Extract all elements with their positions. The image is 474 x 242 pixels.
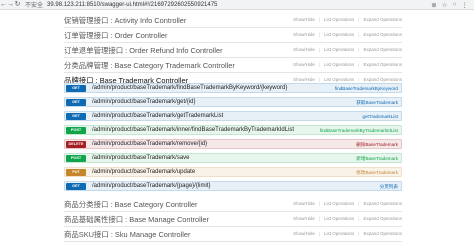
show-hide-link[interactable]: Show/Hide bbox=[293, 62, 315, 67]
expand-operations-link[interactable]: Expand Operations bbox=[363, 216, 402, 221]
operation-summary[interactable]: 获取BaseTrademark bbox=[356, 99, 398, 106]
operation-path[interactable]: /admin/product/baseTrademark/update bbox=[92, 169, 195, 176]
forward-icon[interactable]: → bbox=[7, 0, 14, 10]
section-base-category-trademark[interactable]: 分类品牌管理 : Base Category Trademark Control… bbox=[64, 57, 402, 73]
show-hide-link[interactable]: Show/Hide bbox=[293, 231, 315, 236]
section-order-refund[interactable]: 订单退单管理接口 : Order Refund Info Controller … bbox=[64, 42, 402, 58]
operation-summary[interactable]: findBaseTrademarkByTrademarkIdList bbox=[320, 127, 398, 134]
section-base-category[interactable]: 商品分类接口 : Base Category Controller Show/H… bbox=[64, 196, 402, 212]
operation-path[interactable]: /admin/product/baseTrademark/{page}/{lim… bbox=[92, 183, 211, 190]
list-operations-link[interactable]: List Operations bbox=[324, 17, 354, 22]
operation-row[interactable]: GET /admin/product/baseTrademark/findBas… bbox=[64, 83, 402, 93]
section-sku-manage[interactable]: 商品SKU接口 : Sku Manage Controller Show/Hid… bbox=[64, 226, 402, 242]
section-title[interactable]: 促销管理接口 : Activity Info Controller bbox=[64, 15, 186, 26]
section-title[interactable]: 商品基础属性接口 : Base Manage Controller bbox=[64, 214, 209, 225]
section-title[interactable]: 商品SKU接口 : Sku Manage Controller bbox=[64, 229, 191, 240]
http-method-badge[interactable]: DELETE bbox=[66, 141, 86, 148]
zoom-icon[interactable]: ⊕ bbox=[431, 1, 436, 9]
http-method-badge[interactable]: PUT bbox=[66, 169, 86, 176]
show-hide-link[interactable]: Show/Hide bbox=[293, 216, 315, 221]
http-method-badge[interactable]: POST bbox=[66, 155, 86, 162]
operation-path[interactable]: /admin/product/baseTrademark/inner/findB… bbox=[92, 127, 294, 134]
list-operations-link[interactable]: List Operations bbox=[324, 32, 354, 37]
http-method-badge[interactable]: GET bbox=[66, 85, 86, 92]
show-hide-link[interactable]: Show/Hide bbox=[293, 201, 315, 206]
operation-summary[interactable]: 修改BaseTrademark bbox=[356, 169, 398, 176]
section-title[interactable]: 商品分类接口 : Base Category Controller bbox=[64, 199, 197, 210]
operation-summary[interactable]: 新增BaseTrademark bbox=[356, 155, 398, 162]
expand-operations-link[interactable]: Expand Operations bbox=[363, 201, 402, 206]
operation-row[interactable]: GET /admin/product/baseTrademark/{page}/… bbox=[64, 181, 402, 191]
expand-operations-link[interactable]: Expand Operations bbox=[363, 32, 402, 37]
profile-icon[interactable]: ○ bbox=[453, 1, 457, 9]
browser-toolbar: ← → ↻ 不安全 39.98.123.211:8510/swagger-ui.… bbox=[0, 0, 474, 10]
list-operations-link[interactable]: List Operations bbox=[324, 231, 354, 236]
operation-path[interactable]: /admin/product/baseTrademark/getTrademar… bbox=[92, 113, 223, 120]
operation-summary[interactable]: 分页列表 bbox=[380, 183, 398, 190]
expand-operations-link[interactable]: Expand Operations bbox=[363, 62, 402, 67]
operation-row[interactable]: GET /admin/product/baseTrademark/get/{id… bbox=[64, 97, 402, 107]
address-bar[interactable]: 39.98.123.211:8510/swagger-ui.html#!/216… bbox=[47, 2, 217, 8]
list-operations-link[interactable]: List Operations bbox=[324, 62, 354, 67]
list-operations-link[interactable]: List Operations bbox=[324, 216, 354, 221]
section-base-manage[interactable]: 商品基础属性接口 : Base Manage Controller Show/H… bbox=[64, 211, 402, 227]
operation-path[interactable]: /admin/product/baseTrademark/findBaseTra… bbox=[92, 85, 287, 92]
list-operations-link[interactable]: List Operations bbox=[324, 47, 354, 52]
show-hide-link[interactable]: Show/Hide bbox=[293, 32, 315, 37]
show-hide-link[interactable]: Show/Hide bbox=[293, 77, 315, 82]
list-operations-link[interactable]: List Operations bbox=[324, 201, 354, 206]
operation-summary[interactable]: 删除BaseTrademark bbox=[356, 141, 398, 148]
section-title[interactable]: 订单管理接口 : Order Controller bbox=[64, 30, 168, 41]
operation-path[interactable]: /admin/product/baseTrademark/save bbox=[92, 155, 190, 162]
operation-row[interactable]: PUT /admin/product/baseTrademark/update … bbox=[64, 167, 402, 177]
operation-row[interactable]: POST /admin/product/baseTrademark/inner/… bbox=[64, 125, 402, 135]
reload-icon[interactable]: ↻ bbox=[14, 0, 21, 10]
back-icon[interactable]: ← bbox=[0, 0, 7, 10]
section-activity-info[interactable]: 促销管理接口 : Activity Info Controller Show/H… bbox=[64, 12, 402, 28]
expand-operations-link[interactable]: Expand Operations bbox=[363, 17, 402, 22]
bookmark-star-icon[interactable]: ☆ bbox=[442, 1, 448, 9]
list-operations-link[interactable]: List Operations bbox=[324, 77, 354, 82]
operation-summary[interactable]: findBaseTrademarkByKeyword bbox=[335, 85, 398, 92]
operation-summary[interactable]: getTrademarkList bbox=[362, 113, 398, 120]
expand-operations-link[interactable]: Expand Operations bbox=[363, 47, 402, 52]
menu-icon[interactable]: ⋮ bbox=[462, 1, 469, 9]
show-hide-link[interactable]: Show/Hide bbox=[293, 17, 315, 22]
operation-row[interactable]: GET /admin/product/baseTrademark/getTrad… bbox=[64, 111, 402, 121]
expand-operations-link[interactable]: Expand Operations bbox=[363, 231, 402, 236]
http-method-badge[interactable]: GET bbox=[66, 113, 86, 120]
http-method-badge[interactable]: POST bbox=[66, 127, 86, 134]
operation-row[interactable]: DELETE /admin/product/baseTrademark/remo… bbox=[64, 139, 402, 149]
operation-path[interactable]: /admin/product/baseTrademark/get/{id} bbox=[92, 99, 196, 106]
section-order[interactable]: 订单管理接口 : Order Controller Show/Hide | Lis… bbox=[64, 27, 402, 43]
operation-row[interactable]: POST /admin/product/baseTrademark/save 新… bbox=[64, 153, 402, 163]
section-title[interactable]: 分类品牌管理 : Base Category Trademark Control… bbox=[64, 60, 235, 71]
operation-path[interactable]: /admin/product/baseTrademark/remove/{id} bbox=[92, 141, 207, 148]
http-method-badge[interactable]: GET bbox=[66, 183, 86, 190]
show-hide-link[interactable]: Show/Hide bbox=[293, 47, 315, 52]
section-title[interactable]: 订单退单管理接口 : Order Refund Info Controller bbox=[64, 45, 223, 56]
security-label[interactable]: 不安全 bbox=[25, 0, 43, 9]
http-method-badge[interactable]: GET bbox=[66, 99, 86, 106]
expand-operations-link[interactable]: Expand Operations bbox=[363, 77, 402, 82]
